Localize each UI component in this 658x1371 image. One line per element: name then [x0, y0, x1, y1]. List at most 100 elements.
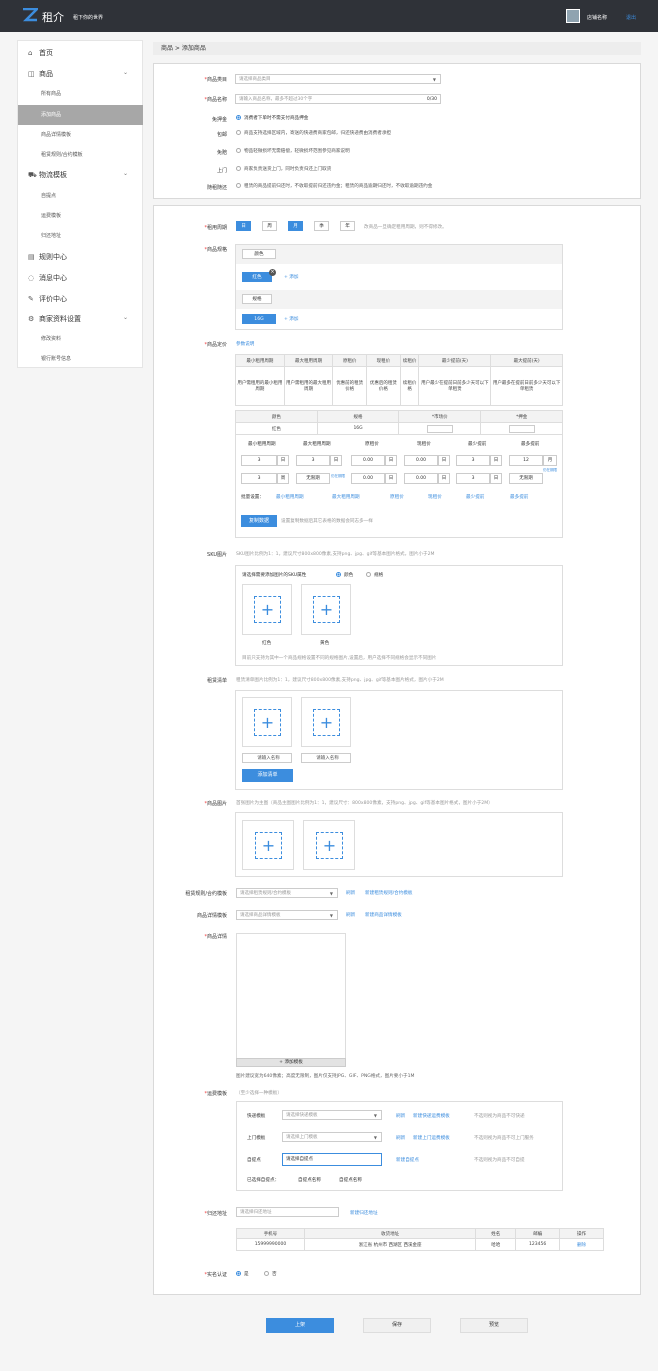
min-period-input[interactable]: 3	[241, 473, 277, 484]
sidebar-item-rule-template[interactable]: 租赁规则/合约模板	[41, 151, 83, 158]
detail-new-link[interactable]: 新建商品详情模板	[365, 912, 402, 918]
period-day-button[interactable]: 日	[236, 221, 251, 231]
save-button[interactable]: 保存	[363, 1318, 431, 1333]
rent-upload-2[interactable]: +	[301, 697, 351, 747]
shop-name[interactable]: 店铺名称	[587, 14, 607, 21]
rule-template-select[interactable]: 请选择租赁规则/合约模板 ▼	[236, 888, 338, 898]
detail-refresh-link[interactable]: 刷新	[346, 912, 355, 918]
sidebar-item-edit-profile[interactable]: 修改资料	[41, 335, 61, 342]
rent-name-input-2[interactable]: 请输入名称	[301, 753, 351, 763]
period-quarter-button[interactable]: 季	[314, 221, 329, 231]
orig-price-input[interactable]: 0.00	[351, 473, 385, 484]
rent-upload-1[interactable]: +	[242, 697, 292, 747]
chevron-down-icon[interactable]: ⌄	[123, 170, 128, 177]
spec-group-color[interactable]: 颜色	[242, 249, 276, 259]
return-addr-select[interactable]: 请选择归还地址	[236, 1207, 339, 1217]
chevron-down-icon[interactable]: ⌄	[123, 314, 128, 321]
cur-price-input[interactable]: 0.00	[404, 455, 438, 466]
period-month-button[interactable]: 月	[288, 221, 303, 231]
batch-orig[interactable]: 原租价	[390, 494, 404, 500]
param-link[interactable]: 参数说明	[236, 341, 254, 347]
express-select[interactable]: 请选择快递模板 ▼	[282, 1110, 382, 1120]
radio-off-icon[interactable]	[366, 572, 371, 577]
radio-off-icon[interactable]	[264, 1271, 269, 1276]
door-template-select[interactable]: 请选择上门模板 ▼	[282, 1132, 382, 1142]
orig-price-input[interactable]: 0.00	[351, 455, 385, 466]
submit-button[interactable]: 上架	[266, 1318, 334, 1333]
sidebar-item-home[interactable]: ⌂ 首页	[28, 48, 53, 58]
door-refresh-link[interactable]: 刷新	[396, 1135, 405, 1141]
sidebar-item-freight[interactable]: 运费模板	[41, 212, 61, 219]
sidebar-item-return-addr[interactable]: 归还地址	[41, 232, 61, 239]
sidebar-item-merchant[interactable]: ⚙ 商家资料设置	[28, 314, 81, 324]
copy-data-button[interactable]: 复制数据	[241, 515, 277, 527]
chevron-down-icon[interactable]: ⌄	[123, 69, 128, 76]
market-price-input[interactable]	[426, 424, 453, 433]
sidebar-item-detail-template[interactable]: 商品详情模板	[41, 131, 71, 138]
batch-most[interactable]: 最多提前	[510, 494, 528, 500]
sidebar-item-reviews[interactable]: ✎ 评价中心	[28, 294, 67, 304]
express-new-link[interactable]: 新建快递运费模板	[413, 1113, 450, 1119]
pickup-new-link[interactable]: 新建自提点	[396, 1157, 419, 1163]
pickup-input[interactable]: 请选择自提点	[282, 1153, 382, 1166]
add-list-button[interactable]: 添加清单	[242, 769, 293, 782]
radio-on-icon[interactable]	[336, 572, 341, 577]
radio-on-icon[interactable]	[236, 115, 241, 120]
door-new-link[interactable]: 新建上门运费模板	[413, 1135, 450, 1141]
max-period-input[interactable]: 3	[296, 455, 330, 466]
sku-opt-size[interactable]: 规格	[366, 572, 383, 578]
min-period-input[interactable]: 3	[241, 455, 277, 466]
logout-link[interactable]: 退出	[626, 14, 636, 21]
return-option[interactable]: 租赁的商品提前归还时，不收取提前归还违约金；租赁的商品逾期归还时，不收取逾期违约…	[236, 183, 432, 189]
selected-pickup-1[interactable]: 自提点名称	[298, 1177, 321, 1183]
least-days-input[interactable]: 3	[456, 473, 490, 484]
spec-group-size[interactable]: 规格	[242, 294, 272, 304]
add-template-button[interactable]: + 添加模板	[236, 1058, 346, 1067]
deposit-input[interactable]	[508, 424, 535, 433]
sidebar-item-goods[interactable]: ◫ 商品	[28, 69, 53, 79]
add-size-link[interactable]: + 添加	[284, 316, 299, 322]
radio-off-icon[interactable]	[236, 130, 241, 135]
period-year-button[interactable]: 年	[340, 221, 355, 231]
batch-least[interactable]: 最少提前	[466, 494, 484, 500]
avatar[interactable]	[566, 9, 580, 23]
realname-no[interactable]: 否	[264, 1271, 277, 1277]
add-color-link[interactable]: + 添加	[284, 274, 299, 280]
cur-price-input[interactable]: 0.00	[404, 473, 438, 484]
sidebar-item-logistics[interactable]: ⛟ 物流模板	[28, 170, 67, 180]
sidebar-item-bank[interactable]: 银行账号信息	[41, 355, 71, 362]
period-week-button[interactable]: 周	[262, 221, 277, 231]
door-option[interactable]: 商家负责送货上门，同时负责归还上门取货	[236, 166, 331, 172]
free-damage-option[interactable]: 物品轻微损坏无需赔偿，轻微损坏范围参见商家说明	[236, 148, 350, 154]
detail-template-select[interactable]: 请选择商品详情模板 ▼	[236, 910, 338, 920]
sidebar-item-all-goods[interactable]: 所有商品	[41, 90, 61, 97]
deposit-option[interactable]: 消费者下单时不需支付商品押金	[236, 115, 308, 121]
sidebar-item-add-goods[interactable]: 添加商品	[41, 111, 61, 118]
radio-on-icon[interactable]	[236, 1271, 241, 1276]
delete-link[interactable]: 删除	[559, 1238, 604, 1251]
row1-note[interactable]: 仍在期限	[543, 468, 557, 473]
express-refresh-link[interactable]: 刷新	[396, 1113, 405, 1119]
upload-yellow[interactable]: +	[301, 584, 351, 635]
least-days-input[interactable]: 3	[456, 455, 490, 466]
upload-red[interactable]: +	[242, 584, 292, 635]
sku-opt-color[interactable]: 颜色	[336, 572, 353, 578]
radio-off-icon[interactable]	[236, 183, 241, 188]
row2-note[interactable]: 仍在期限	[331, 474, 345, 479]
batch-cur[interactable]: 现租价	[428, 494, 442, 500]
name-input[interactable]: 请输入商品名称，最多不超过30个字 0/30	[235, 94, 441, 104]
radio-off-icon[interactable]	[236, 166, 241, 171]
rent-name-input-1[interactable]: 请输入名称	[242, 753, 292, 763]
shipping-option[interactable]: 商品支持选择区域内，寄送的快递费商家包邮，归还快递费由消费者承担	[236, 130, 391, 136]
close-icon[interactable]: ×	[269, 269, 276, 276]
sidebar-item-pickup[interactable]: 自提点	[41, 192, 56, 199]
spec-tag-red[interactable]: 红色	[242, 272, 272, 282]
rule-refresh-link[interactable]: 刷新	[346, 890, 355, 896]
most-days-input[interactable]: 12	[509, 455, 543, 466]
max-period-input[interactable]: 无限期	[296, 473, 330, 484]
batch-min[interactable]: 最小租用周期	[276, 494, 304, 500]
goods-upload-2[interactable]: +	[303, 820, 355, 870]
spec-tag-16g[interactable]: 16G	[242, 314, 276, 324]
most-days-input[interactable]: 无限期	[509, 473, 543, 484]
sidebar-item-messages[interactable]: ◌ 消息中心	[28, 273, 67, 283]
